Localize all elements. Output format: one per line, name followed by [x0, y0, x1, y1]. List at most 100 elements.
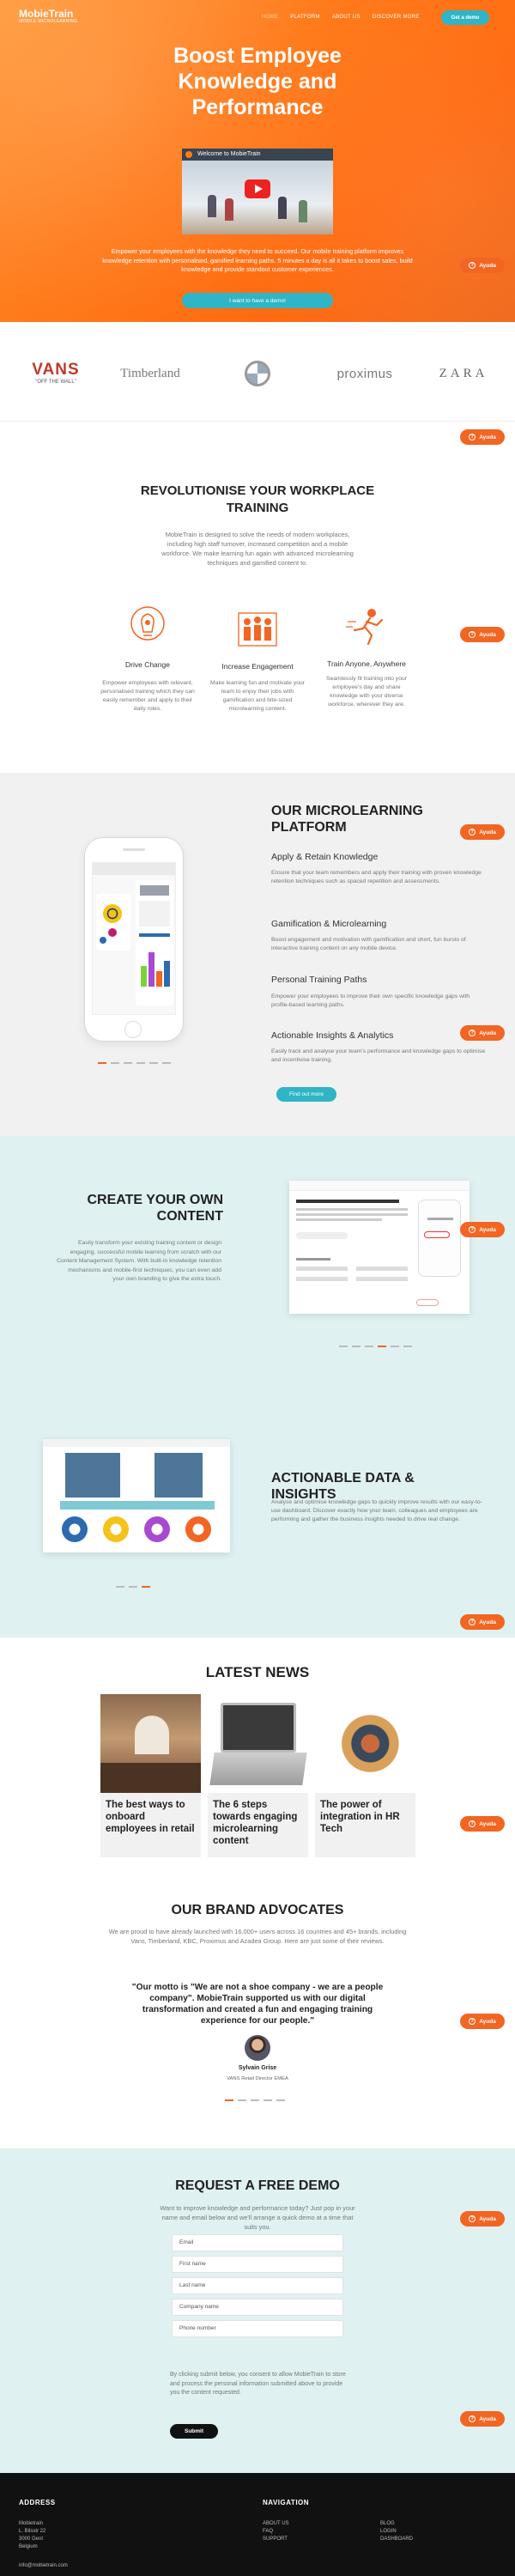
carousel-dot[interactable] — [365, 1346, 373, 1347]
get-demo-button[interactable]: Get a demo — [441, 10, 489, 25]
carousel-dots[interactable] — [339, 1346, 412, 1347]
app-header — [93, 863, 175, 875]
help-button[interactable]: ? Ayuda — [460, 2411, 505, 2427]
news-card[interactable]: The power of integration in HR Tech — [315, 1694, 415, 1857]
news-title-text[interactable]: The power of integration in HR Tech — [320, 1799, 410, 1835]
runner-icon — [346, 609, 384, 646]
carousel-dot[interactable] — [403, 1346, 412, 1347]
create-title: CREATE YOUR OWN CONTENT — [87, 1193, 223, 1224]
testimonial-quote: "Our motto is "We are not a shoe company… — [131, 1983, 384, 2026]
nav-about[interactable]: ABOUT US — [332, 15, 360, 20]
help-button[interactable]: ? Ayuda — [460, 824, 505, 840]
avatar — [139, 901, 170, 927]
cms-option — [296, 1277, 348, 1281]
footer-link-blog[interactable]: BLOG — [380, 2520, 395, 2528]
feature-text-engagement: Make learning fun and motivate your team… — [210, 680, 305, 712]
carousel-dot[interactable] — [391, 1346, 399, 1347]
footer-link-support[interactable]: SUPPORT — [263, 2536, 288, 2543]
cms-heading — [296, 1200, 399, 1203]
footer-link-about[interactable]: ABOUT US — [263, 2520, 289, 2528]
carousel-dot[interactable] — [162, 1062, 171, 1064]
carousel-dot[interactable] — [352, 1346, 360, 1347]
carousel-dot[interactable] — [111, 1062, 119, 1064]
cms-answer — [424, 1231, 450, 1238]
help-button[interactable]: ? Ayuda — [460, 2211, 505, 2227]
ml-item-title: Actionable Insights & Analytics — [271, 1030, 394, 1041]
revolutionise-text: MobieTrain is designed to solve the need… — [161, 531, 354, 567]
carousel-dots[interactable] — [225, 2099, 285, 2101]
first-name-field[interactable]: First name — [172, 2256, 343, 2273]
insights-text: Analyse and optimise knowledge gaps to q… — [271, 1499, 482, 1522]
nav-discover[interactable]: DISCOVER MORE — [373, 15, 420, 20]
phone-number-field[interactable]: Phone number — [172, 2320, 343, 2337]
help-button[interactable]: ? Ayuda — [460, 2014, 505, 2029]
dashboard-bars-right — [154, 1453, 223, 1498]
news-card[interactable]: The best ways to onboard employees in re… — [100, 1694, 201, 1857]
help-icon: ? — [469, 1619, 476, 1625]
carousel-dot[interactable] — [264, 2099, 272, 2101]
nav-platform[interactable]: PLATFORM — [290, 15, 320, 20]
help-icon: ? — [469, 1030, 476, 1036]
carousel-dot[interactable] — [124, 1062, 132, 1064]
news-card[interactable]: The 6 steps towards engaging microlearni… — [208, 1694, 308, 1857]
nav-home[interactable]: HOME — [262, 15, 278, 20]
carousel-dot[interactable] — [116, 1586, 124, 1588]
demo-text: Want to improve knowledge and performanc… — [160, 2204, 355, 2231]
carousel-dot[interactable] — [225, 2099, 233, 2101]
video-player[interactable]: Welcome to MobieTrain — [182, 149, 333, 234]
ml-item-title: Personal Training Paths — [271, 975, 367, 985]
carousel-dot[interactable] — [378, 1346, 386, 1347]
consent-text: By clicking submit below, you consent to… — [170, 2372, 346, 2396]
help-button[interactable]: ? Ayuda — [460, 1222, 505, 1237]
feature-text-train: Seamlessly fit training into your employ… — [325, 676, 408, 708]
carousel-dot[interactable] — [149, 1062, 158, 1064]
splash-icon — [144, 1516, 170, 1542]
footer-link-dashboard[interactable]: DASHBOARD — [380, 2536, 413, 2543]
carousel-dot[interactable] — [276, 2099, 285, 2101]
email-field[interactable]: Email — [172, 2234, 343, 2251]
help-button[interactable]: ? Ayuda — [460, 1025, 505, 1041]
help-button[interactable]: ? Ayuda — [460, 627, 505, 642]
carousel-dot[interactable] — [339, 1346, 348, 1347]
footer-link-faq[interactable]: FAQ — [263, 2528, 273, 2536]
feature-title-engagement: Increase Engagement — [221, 662, 294, 671]
last-name-field[interactable]: Last name — [172, 2277, 343, 2294]
badge-icon — [103, 904, 122, 923]
find-out-more-button[interactable]: Find out more — [276, 1087, 336, 1102]
footer-address-line: 3000 Gent — [19, 2537, 44, 2542]
company-name-field[interactable]: Company name — [172, 2299, 343, 2316]
footer-email-link[interactable]: info@mobietrain.com — [19, 2562, 68, 2570]
stats-header — [140, 885, 169, 896]
cms-option — [296, 1267, 348, 1271]
logo[interactable]: MobieTrain MOBILE MICROLEARNING — [19, 9, 79, 27]
news-title-text[interactable]: The best ways to onboard employees in re… — [106, 1799, 196, 1835]
help-label: Ayuda — [479, 631, 496, 638]
help-button[interactable]: ? Ayuda — [460, 1614, 505, 1630]
footer-link-login[interactable]: LOGIN — [380, 2528, 397, 2536]
phone-screen — [92, 862, 176, 1015]
carousel-dots[interactable] — [98, 1062, 171, 1064]
carousel-dots[interactable] — [116, 1586, 150, 1588]
play-icon[interactable] — [245, 179, 270, 198]
person-figure — [299, 200, 307, 222]
carousel-dot[interactable] — [251, 2099, 259, 2101]
feature-title-drive: Drive Change — [125, 660, 170, 669]
dashboard-screenshot — [43, 1439, 230, 1552]
carousel-dot[interactable] — [142, 1586, 150, 1588]
ml-item-title: Apply & Retain Knowledge — [271, 852, 379, 862]
hero-section: MobieTrain MOBILE MICROLEARNING HOME PLA… — [0, 0, 515, 322]
hero-demo-button[interactable]: I want to have a demo! — [182, 293, 333, 308]
carousel-dot[interactable] — [129, 1586, 137, 1588]
divider — [0, 421, 515, 422]
news-title-text[interactable]: The 6 steps towards engaging microlearni… — [213, 1799, 303, 1847]
help-button[interactable]: ? Ayuda — [460, 258, 505, 273]
chart-bar — [148, 952, 154, 987]
help-label: Ayuda — [479, 2215, 496, 2222]
help-button[interactable]: ? Ayuda — [460, 429, 505, 445]
help-button[interactable]: ? Ayuda — [460, 1816, 505, 1832]
brands-strip: VANS "OFF THE WALL" Timberland proximus … — [0, 322, 515, 421]
submit-button[interactable]: Submit — [170, 2424, 218, 2439]
carousel-dot[interactable] — [136, 1062, 145, 1064]
carousel-dot[interactable] — [238, 2099, 246, 2101]
carousel-dot[interactable] — [98, 1062, 106, 1064]
